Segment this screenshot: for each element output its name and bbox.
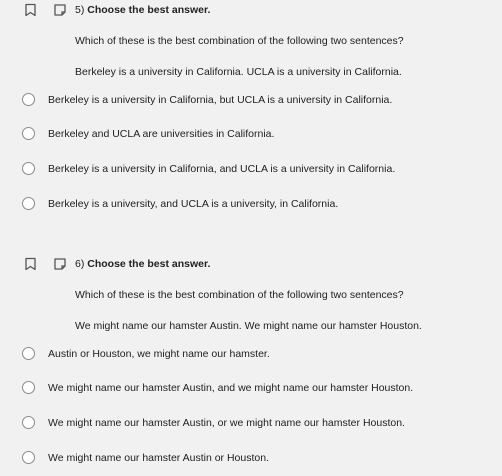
answer-option[interactable]: Austin or Houston, we might name our ham… bbox=[0, 344, 502, 366]
question-title: 6) Choose the best answer. bbox=[75, 258, 210, 270]
question-instruction: Choose the best answer. bbox=[87, 258, 211, 270]
question-instruction: Choose the best answer. bbox=[87, 4, 211, 16]
answer-option-label: Berkeley is a university in California, … bbox=[48, 94, 393, 106]
radio-button[interactable] bbox=[22, 93, 35, 106]
flag-icon[interactable] bbox=[53, 3, 67, 17]
answer-option[interactable]: We might name our hamster Austin, or we … bbox=[0, 413, 502, 435]
radio-button[interactable] bbox=[22, 451, 35, 464]
radio-button[interactable] bbox=[22, 347, 35, 360]
flag-icon[interactable] bbox=[53, 257, 67, 271]
answer-option[interactable]: We might name our hamster Austin or Hous… bbox=[0, 448, 502, 470]
radio-button[interactable] bbox=[22, 197, 35, 210]
question-number: 6) bbox=[75, 258, 85, 270]
answer-option[interactable]: We might name our hamster Austin, and we… bbox=[0, 378, 502, 400]
answer-option-label: Berkeley and UCLA are universities in Ca… bbox=[48, 128, 275, 140]
answer-option-label: Berkeley is a university in California, … bbox=[48, 163, 396, 175]
bookmark-icon[interactable] bbox=[24, 257, 37, 271]
question-sentences: We might name our hamster Austin. We mig… bbox=[75, 320, 422, 332]
question-header: 5) Choose the best answer. bbox=[0, 0, 502, 20]
answer-option-label: We might name our hamster Austin, and we… bbox=[48, 382, 414, 394]
answer-option-label: Austin or Houston, we might name our ham… bbox=[48, 348, 270, 360]
radio-button[interactable] bbox=[22, 381, 35, 394]
answer-option-label: We might name our hamster Austin or Hous… bbox=[48, 452, 269, 464]
question-header: 6) Choose the best answer. bbox=[0, 254, 502, 274]
answer-option[interactable]: Berkeley and UCLA are universities in Ca… bbox=[0, 124, 502, 146]
answer-option[interactable]: Berkeley is a university in California, … bbox=[0, 159, 502, 181]
answer-option-label: Berkeley is a university, and UCLA is a … bbox=[48, 198, 339, 210]
answer-option[interactable]: Berkeley is a university in California, … bbox=[0, 90, 502, 112]
question-sentences: Berkeley is a university in California. … bbox=[75, 66, 402, 78]
answer-option[interactable]: Berkeley is a university, and UCLA is a … bbox=[0, 194, 502, 216]
radio-button[interactable] bbox=[22, 162, 35, 175]
question-prompt: Which of these is the best combination o… bbox=[75, 35, 404, 47]
radio-button[interactable] bbox=[22, 416, 35, 429]
radio-button[interactable] bbox=[22, 127, 35, 140]
question-title: 5) Choose the best answer. bbox=[75, 4, 210, 16]
answer-option-label: We might name our hamster Austin, or we … bbox=[48, 417, 405, 429]
bookmark-icon[interactable] bbox=[24, 3, 37, 17]
question-number: 5) bbox=[75, 4, 85, 16]
question-prompt: Which of these is the best combination o… bbox=[75, 289, 404, 301]
